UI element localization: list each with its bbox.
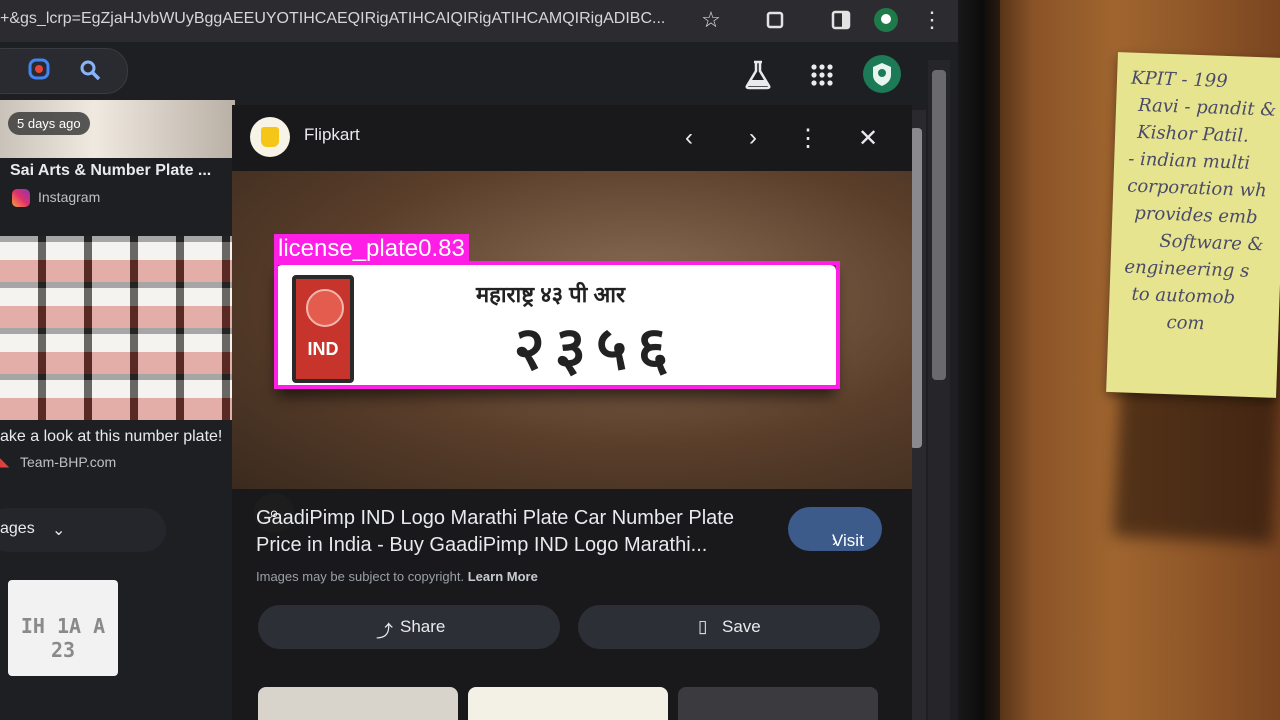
result-thumbnail[interactable] [0, 236, 235, 420]
learn-more-link[interactable]: Learn More [468, 569, 538, 584]
sticky-line: com [1166, 312, 1205, 335]
account-avatar-icon[interactable] [862, 54, 902, 94]
monitor-bezel [955, 0, 1000, 720]
images-filter-chip[interactable]: ages ⌄ [0, 508, 166, 552]
google-lens-icon[interactable] [28, 58, 50, 80]
close-icon[interactable]: ✕ [851, 121, 885, 155]
search-icon[interactable] [78, 58, 102, 82]
page-scroll-thumb[interactable] [932, 70, 946, 380]
chevron-left-icon[interactable]: ‹ [672, 121, 706, 155]
result-title[interactable]: Sai Arts & Number Plate ... [10, 162, 211, 180]
detection-box [274, 261, 840, 389]
address-bar[interactable]: +&gs_lcrp=EgZjaHJvbWUyBggAEEUYOTIHCAEQIR… [0, 0, 958, 42]
share-button[interactable]: ⤴ Share [258, 605, 560, 649]
sticky-line: to automob [1131, 283, 1236, 309]
visit-button[interactable]: Visit › [788, 507, 882, 551]
images-chip-label: ages [0, 520, 35, 537]
menu-icon[interactable]: ⋮ [914, 2, 950, 38]
save-button[interactable]: ▯ Save [578, 605, 880, 649]
image-title[interactable]: GaadiPimp IND Logo Marathi Plate Car Num… [256, 505, 776, 559]
bookmark-icon: ▯ [698, 617, 708, 636]
page-scrollbar[interactable] [928, 60, 950, 720]
star-icon[interactable]: ☆ [693, 2, 729, 38]
url-text[interactable]: +&gs_lcrp=EgZjaHJvbWUyBggAEEUYOTIHCAEQIR… [0, 10, 690, 28]
related-thumbnail[interactable] [678, 687, 878, 720]
sticky-note: KPIT - 199 Ravi - pandit & Kishor Patil.… [1106, 52, 1280, 398]
sidebar-icon[interactable] [823, 2, 859, 38]
copyright-note: Images may be subject to copyright. Lear… [256, 569, 538, 584]
apps-icon[interactable] [810, 63, 834, 87]
preview-header: Flipkart ‹ › ⋮ ✕ [232, 105, 912, 167]
search-box[interactable] [0, 48, 128, 94]
related-thumbnail[interactable] [258, 687, 458, 720]
instagram-icon [12, 189, 30, 207]
profile-icon[interactable] [868, 2, 904, 38]
chevron-right-icon: › [832, 531, 838, 550]
share-label: Share [400, 617, 446, 636]
result-source[interactable]: Team-BHP.com [20, 454, 116, 470]
result-source[interactable]: Instagram [38, 189, 100, 205]
site-name[interactable]: Flipkart [304, 125, 360, 145]
image-preview-panel: Flipkart ‹ › ⋮ ✕ IND महाराष्ट्र ४३ पी आर… [232, 105, 912, 720]
extension-icon[interactable] [757, 2, 793, 38]
related-thumbnail[interactable] [468, 687, 668, 720]
save-label: Save [722, 617, 761, 636]
result-title[interactable]: ake a look at this number plate! [0, 428, 222, 446]
sticky-line: provides emb [1134, 202, 1258, 229]
browser-screen: +&gs_lcrp=EgZjaHJvbWUyBggAEEUYOTIHCAEQIR… [0, 0, 958, 720]
copyright-text: Images may be subject to copyright. [256, 569, 465, 584]
more-options-icon[interactable]: ⋮ [791, 121, 825, 155]
chevron-down-icon: ⌄ [52, 522, 66, 539]
result-thumbnail[interactable]: IH 1A A 23 [8, 580, 118, 676]
flipkart-logo [250, 117, 290, 157]
labs-icon[interactable] [744, 60, 772, 90]
site-favicon-icon: ◣ [0, 455, 10, 469]
thumb-plate-text: IH 1A A 23 [20, 614, 106, 662]
chevron-right-icon[interactable]: › [736, 121, 770, 155]
age-badge: 5 days ago [8, 112, 90, 135]
related-images [258, 687, 898, 720]
share-icon: ⤴ [376, 622, 393, 641]
detection-label: license_plate0.83 [274, 234, 469, 264]
